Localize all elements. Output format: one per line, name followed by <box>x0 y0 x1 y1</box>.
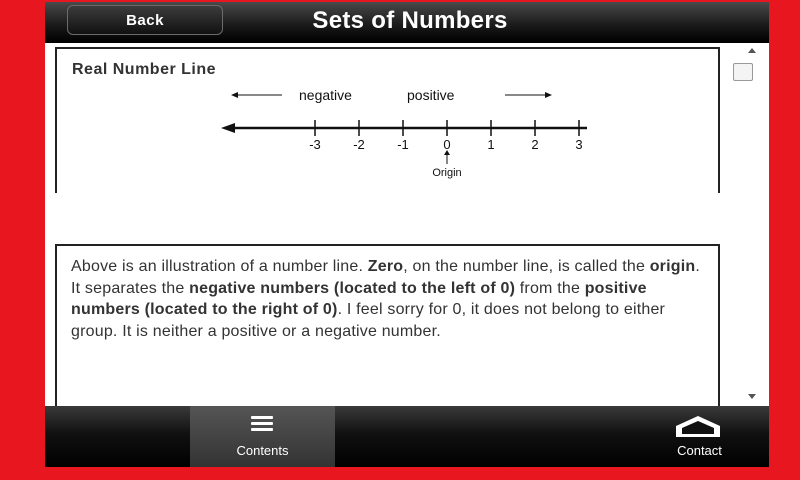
paragraph-text: from the <box>515 279 585 297</box>
paragraph-text: Above is an illustration of a number lin… <box>71 258 368 275</box>
number-line-figure: Real Number Line negative positive -3 -2-… <box>55 47 720 193</box>
content-area: Real Number Line negative positive -3 -2-… <box>45 43 735 414</box>
positive-direction-arrowhead <box>545 92 552 98</box>
tick-label: -3 <box>309 137 321 152</box>
zero-term: Zero <box>367 258 404 275</box>
negative-label: negative <box>299 87 352 103</box>
left-axis-arrowhead <box>221 123 235 133</box>
scroll-up-arrow-icon[interactable] <box>748 48 756 53</box>
number-line-diagram: negative positive -3 -2 -1 0 1 2 3 Origin <box>221 87 587 179</box>
tick-label: -2 <box>353 137 365 152</box>
vertical-scrollbar[interactable] <box>733 43 769 406</box>
home-icon <box>676 416 720 437</box>
tab-contact[interactable]: Contact <box>630 406 769 467</box>
app-window: Back Sets of Numbers Real Number Line ne… <box>45 2 769 467</box>
tick-label: -1 <box>397 137 409 152</box>
header-bar: Back Sets of Numbers <box>45 2 769 43</box>
tick-label: 0 <box>443 137 450 152</box>
tick-label: 3 <box>575 137 582 152</box>
page-title: Sets of Numbers <box>312 7 508 34</box>
paragraph-text: , on the number line, is called the <box>403 258 650 275</box>
figure-title: Real Number Line <box>72 61 217 78</box>
origin-label: Origin <box>432 167 461 179</box>
tab-contents-label: Contents <box>236 443 289 458</box>
back-button[interactable]: Back <box>67 5 223 35</box>
negative-numbers-term: negative numbers (located to the left of… <box>189 279 516 297</box>
tick-label: 2 <box>531 137 538 152</box>
tab-contents[interactable]: Contents <box>190 406 335 467</box>
menu-icon <box>251 416 273 432</box>
explanation-box: Above is an illustration of a number lin… <box>55 244 720 414</box>
footer-tab-bar: Contents Contact <box>45 406 769 467</box>
tick-group: -3 -2 -1 0 1 2 3 <box>309 120 583 152</box>
origin-term: origin <box>649 258 696 275</box>
scroll-thumb[interactable] <box>733 63 753 81</box>
positive-label: positive <box>407 87 455 103</box>
scroll-down-arrow-icon[interactable] <box>748 394 756 399</box>
tick-label: 1 <box>487 137 494 152</box>
tab-contact-label: Contact <box>677 443 722 458</box>
explanation-paragraph: Above is an illustration of a number lin… <box>71 256 711 342</box>
negative-direction-arrowhead <box>231 92 238 98</box>
